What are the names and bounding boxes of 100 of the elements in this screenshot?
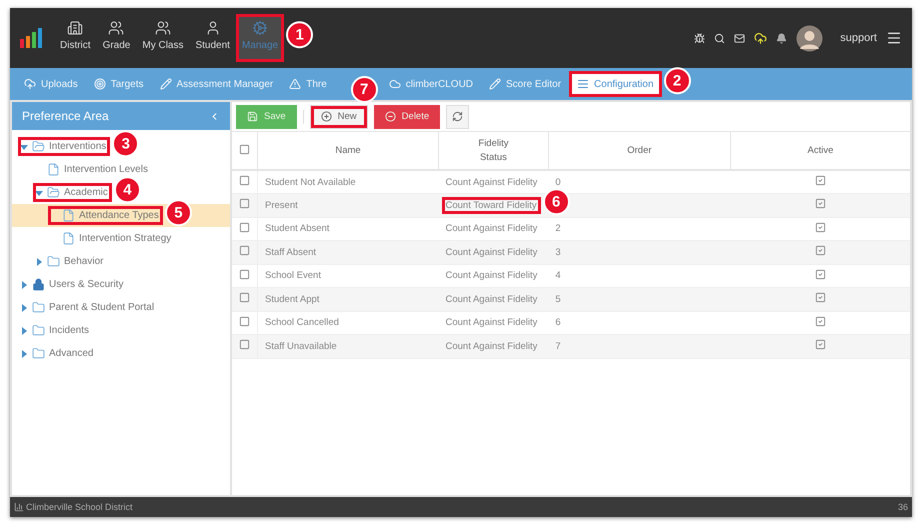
table-cell: 7 bbox=[555, 340, 561, 352]
table-cell: 3 bbox=[555, 246, 561, 258]
tree-item[interactable]: Incidents bbox=[18, 321, 94, 340]
mail-icon[interactable] bbox=[734, 32, 746, 44]
tree-item[interactable]: Users & Security bbox=[18, 275, 128, 294]
column-header: Active bbox=[808, 144, 834, 158]
new-button[interactable]: New bbox=[310, 104, 368, 128]
checkbox[interactable] bbox=[239, 175, 250, 186]
minus-icon bbox=[384, 111, 396, 122]
callout-badge: 6 bbox=[542, 188, 570, 216]
folder-icon bbox=[32, 347, 45, 360]
nav-tab[interactable]: Uploads bbox=[16, 71, 86, 97]
refresh-icon bbox=[452, 111, 464, 122]
nav-tab[interactable]: Thre bbox=[281, 71, 335, 97]
table-cell-text: Count Against Fidelity bbox=[444, 176, 538, 190]
table-cell: School Event bbox=[265, 270, 321, 282]
delete-button[interactable]: Delete bbox=[374, 104, 440, 128]
caret-icon[interactable] bbox=[20, 304, 28, 312]
table-cell: Staff Unavailable bbox=[265, 340, 337, 352]
checkbox[interactable] bbox=[239, 339, 250, 350]
avatar-icon[interactable] bbox=[796, 24, 824, 52]
caret-icon[interactable] bbox=[20, 350, 28, 358]
nav-item[interactable]: My Class bbox=[136, 14, 190, 62]
building-icon bbox=[67, 20, 84, 36]
folder-icon bbox=[32, 140, 45, 153]
callout-outline bbox=[236, 14, 284, 62]
column-header: Order bbox=[627, 144, 652, 158]
table-cell-text: Count Against Fidelity bbox=[444, 246, 538, 260]
nav-tab[interactable]: Assessment Manager bbox=[152, 71, 282, 97]
plus-icon bbox=[320, 111, 332, 122]
folder-icon bbox=[32, 324, 45, 337]
folder-icon bbox=[47, 186, 60, 199]
column-header: Fidelity Status bbox=[477, 136, 510, 164]
table-cell: Student Absent bbox=[265, 223, 330, 234]
page-icon bbox=[47, 163, 60, 176]
menu-icon[interactable] bbox=[886, 30, 902, 46]
column-header: Name bbox=[335, 144, 361, 158]
nav-tab[interactable]: Score Editor bbox=[481, 71, 570, 97]
page-icon bbox=[62, 232, 75, 245]
folder-icon bbox=[47, 255, 60, 268]
caret-icon[interactable] bbox=[35, 258, 43, 266]
logo-icon[interactable] bbox=[20, 28, 42, 48]
folder-icon bbox=[32, 301, 45, 314]
nav-item[interactable]: Grade bbox=[96, 14, 136, 62]
table-cell: Present bbox=[265, 200, 298, 211]
table-cell-text: Count Against Fidelity bbox=[444, 222, 538, 236]
caret-icon[interactable] bbox=[20, 280, 28, 288]
pencil-icon bbox=[489, 78, 502, 90]
page-icon bbox=[62, 209, 75, 222]
footer-text: Climberville School District bbox=[26, 502, 133, 512]
save-icon bbox=[247, 111, 258, 122]
nav-item[interactable]: District bbox=[54, 14, 97, 62]
checkbox[interactable] bbox=[239, 245, 250, 256]
table-cell: Student Not Available bbox=[265, 176, 356, 188]
cloud-icon bbox=[388, 78, 401, 90]
caret-icon[interactable] bbox=[20, 326, 28, 334]
users-icon bbox=[154, 20, 171, 36]
tree-item[interactable]: Behavior bbox=[33, 252, 108, 271]
page-number: 36 bbox=[898, 502, 908, 512]
callout-badge: 2 bbox=[664, 67, 691, 94]
table-cell-text: Count Against Fidelity bbox=[444, 316, 538, 330]
cloud-upload-icon bbox=[24, 78, 36, 90]
table-cell: 5 bbox=[555, 294, 561, 305]
table-cell-text: Count Against Fidelity bbox=[444, 292, 538, 307]
table-cell: Staff Absent bbox=[265, 246, 316, 258]
gears-icon bbox=[252, 20, 268, 36]
checkbox[interactable] bbox=[239, 222, 250, 233]
warning-icon bbox=[289, 78, 302, 90]
table-cell-text: Count Against Fidelity bbox=[444, 269, 538, 284]
nav-tab[interactable]: climberCLOUD bbox=[380, 71, 482, 97]
table-cell: School Cancelled bbox=[265, 317, 339, 328]
checkbox[interactable] bbox=[239, 316, 250, 327]
cloud-upload-icon[interactable] bbox=[754, 32, 768, 44]
bell-icon[interactable] bbox=[776, 32, 788, 44]
bug-icon[interactable] bbox=[694, 32, 706, 44]
table-cell: 2 bbox=[555, 223, 561, 234]
caret-icon[interactable] bbox=[20, 142, 28, 150]
target-icon bbox=[94, 78, 106, 90]
checkbox[interactable] bbox=[239, 292, 250, 304]
lock-icon bbox=[32, 278, 45, 291]
table-cell: Student Appt bbox=[265, 294, 320, 305]
tree-item[interactable]: Intervention Strategy bbox=[48, 229, 176, 248]
callout-badge: 1 bbox=[286, 21, 314, 48]
nav-item[interactable]: Student bbox=[189, 14, 236, 62]
checkbox[interactable] bbox=[239, 198, 250, 210]
search-icon[interactable] bbox=[714, 32, 726, 44]
caret-icon[interactable] bbox=[35, 188, 43, 196]
refresh-button[interactable] bbox=[446, 104, 470, 128]
tree-item[interactable]: Advanced bbox=[18, 344, 98, 363]
callout-badge: 4 bbox=[114, 176, 141, 203]
menu-icon bbox=[577, 78, 590, 90]
nav-tab[interactable]: Targets bbox=[86, 71, 152, 97]
checkbox[interactable] bbox=[239, 144, 250, 154]
pencil-icon bbox=[160, 78, 172, 90]
checkbox[interactable] bbox=[239, 268, 250, 280]
user-name[interactable]: support bbox=[840, 32, 877, 44]
chart-icon bbox=[14, 502, 24, 512]
callout-badge: 5 bbox=[164, 198, 192, 226]
users-icon bbox=[108, 20, 124, 36]
tree-item[interactable]: Parent & Student Portal bbox=[18, 298, 158, 317]
